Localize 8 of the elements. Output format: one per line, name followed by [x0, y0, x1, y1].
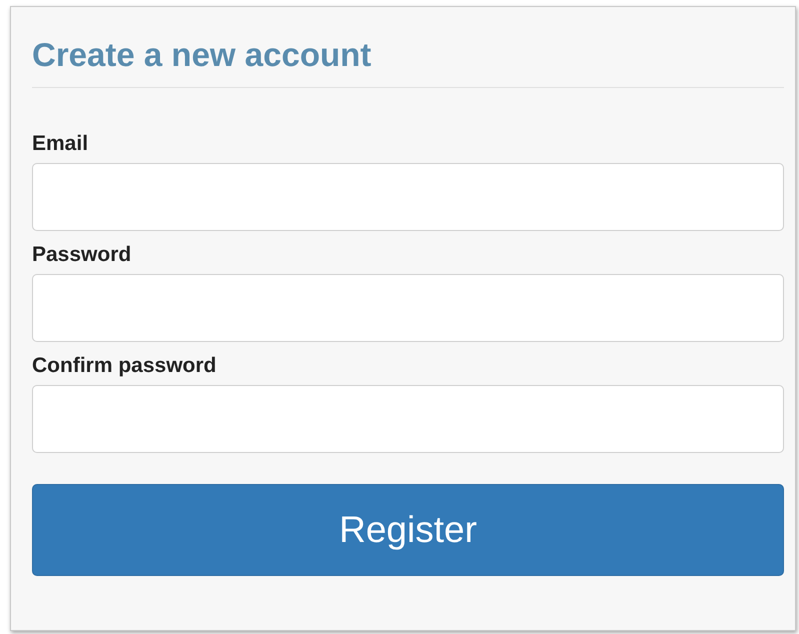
field-label: Password	[32, 243, 132, 267]
form-title: Create a new account	[32, 35, 372, 75]
input-field[interactable]	[32, 385, 784, 453]
input-field[interactable]	[32, 163, 784, 231]
field-label: Email	[32, 132, 90, 156]
field-label: Confirm password	[32, 354, 218, 378]
input-field[interactable]	[32, 274, 784, 342]
register-button[interactable]: Register	[32, 484, 784, 576]
